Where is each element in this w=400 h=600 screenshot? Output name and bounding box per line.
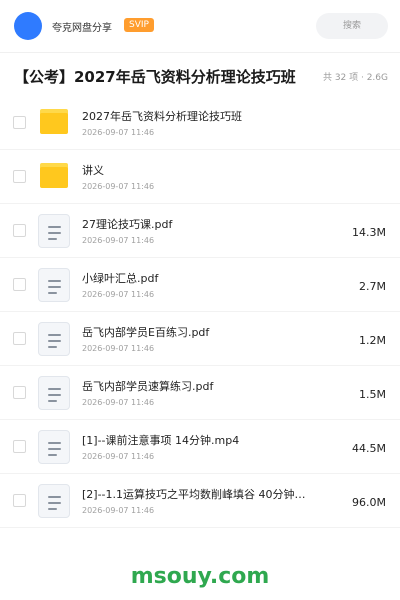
share-title-bar: 【公考】2027年岳飞资料分析理论技巧班 共 32 项 · 2.6G <box>0 53 400 99</box>
document-icon <box>38 484 70 518</box>
file-name[interactable]: 岳飞内部学员速算练习.pdf <box>82 378 314 394</box>
file-size: 14.3M <box>352 226 386 239</box>
row-checkbox[interactable] <box>13 116 26 129</box>
svip-badge: SVIP <box>124 18 154 32</box>
folder-icon <box>40 163 68 188</box>
file-date: 2026-09-07 11:46 <box>82 236 155 245</box>
file-name[interactable]: 讲义 <box>82 162 314 178</box>
file-date: 2026-09-07 11:46 <box>82 344 155 353</box>
file-size: 2.7M <box>359 280 386 293</box>
file-size: 44.5M <box>352 442 386 455</box>
file-name[interactable]: 小绿叶汇总.pdf <box>82 270 314 286</box>
file-name[interactable]: 岳飞内部学员E百练习.pdf <box>82 324 314 340</box>
file-size: 96.0M <box>352 496 386 509</box>
file-date: 2026-09-07 11:46 <box>82 182 155 191</box>
document-icon <box>38 376 70 410</box>
document-icon <box>38 430 70 464</box>
site-watermark: msouy.com <box>130 564 270 589</box>
document-icon <box>38 214 70 248</box>
username: 夸克网盘分享 <box>52 23 112 34</box>
file-row[interactable]: [2]--1.1运算技巧之平均数削峰填谷 40分钟… 2026-09-07 11… <box>0 474 400 528</box>
row-checkbox[interactable] <box>13 170 26 183</box>
file-date: 2026-09-07 11:46 <box>82 128 155 137</box>
file-date: 2026-09-07 11:46 <box>82 398 155 407</box>
row-checkbox[interactable] <box>13 278 26 291</box>
file-size: 1.5M <box>359 388 386 401</box>
file-row[interactable]: [1]--课前注意事项 14分钟.mp4 2026-09-07 11:46 44… <box>0 420 400 474</box>
file-date: 2026-09-07 11:46 <box>82 290 155 299</box>
file-row[interactable]: 2027年岳飞资料分析理论技巧班 2026-09-07 11:46 <box>0 96 400 150</box>
file-row[interactable]: 岳飞内部学员速算练习.pdf 2026-09-07 11:46 1.5M <box>0 366 400 420</box>
file-name[interactable]: [1]--课前注意事项 14分钟.mp4 <box>82 432 314 448</box>
document-icon <box>38 268 70 302</box>
row-checkbox[interactable] <box>13 332 26 345</box>
file-date: 2026-09-07 11:46 <box>82 452 155 461</box>
file-list: 2027年岳飞资料分析理论技巧班 2026-09-07 11:46 讲义 202… <box>0 96 400 528</box>
file-row[interactable]: 讲义 2026-09-07 11:46 <box>0 150 400 204</box>
row-checkbox[interactable] <box>13 386 26 399</box>
folder-icon <box>40 109 68 134</box>
search-input[interactable] <box>316 13 388 39</box>
file-row[interactable]: 27理论技巧课.pdf 2026-09-07 11:46 14.3M <box>0 204 400 258</box>
page-title: 【公考】2027年岳飞资料分析理论技巧班 <box>14 68 296 86</box>
row-checkbox[interactable] <box>13 440 26 453</box>
row-checkbox[interactable] <box>13 224 26 237</box>
document-icon <box>38 322 70 356</box>
file-name[interactable]: 27理论技巧课.pdf <box>82 216 314 232</box>
share-meta: 共 32 项 · 2.6G <box>322 73 388 83</box>
avatar[interactable] <box>14 12 42 40</box>
row-checkbox[interactable] <box>13 494 26 507</box>
file-row[interactable]: 小绿叶汇总.pdf 2026-09-07 11:46 2.7M <box>0 258 400 312</box>
file-date: 2026-09-07 11:46 <box>82 506 155 515</box>
file-name[interactable]: 2027年岳飞资料分析理论技巧班 <box>82 108 314 124</box>
file-name[interactable]: [2]--1.1运算技巧之平均数削峰填谷 40分钟… <box>82 486 314 502</box>
file-row[interactable]: 岳飞内部学员E百练习.pdf 2026-09-07 11:46 1.2M <box>0 312 400 366</box>
file-size: 1.2M <box>359 334 386 347</box>
app-header: 夸克网盘分享 SVIP <box>0 0 400 52</box>
